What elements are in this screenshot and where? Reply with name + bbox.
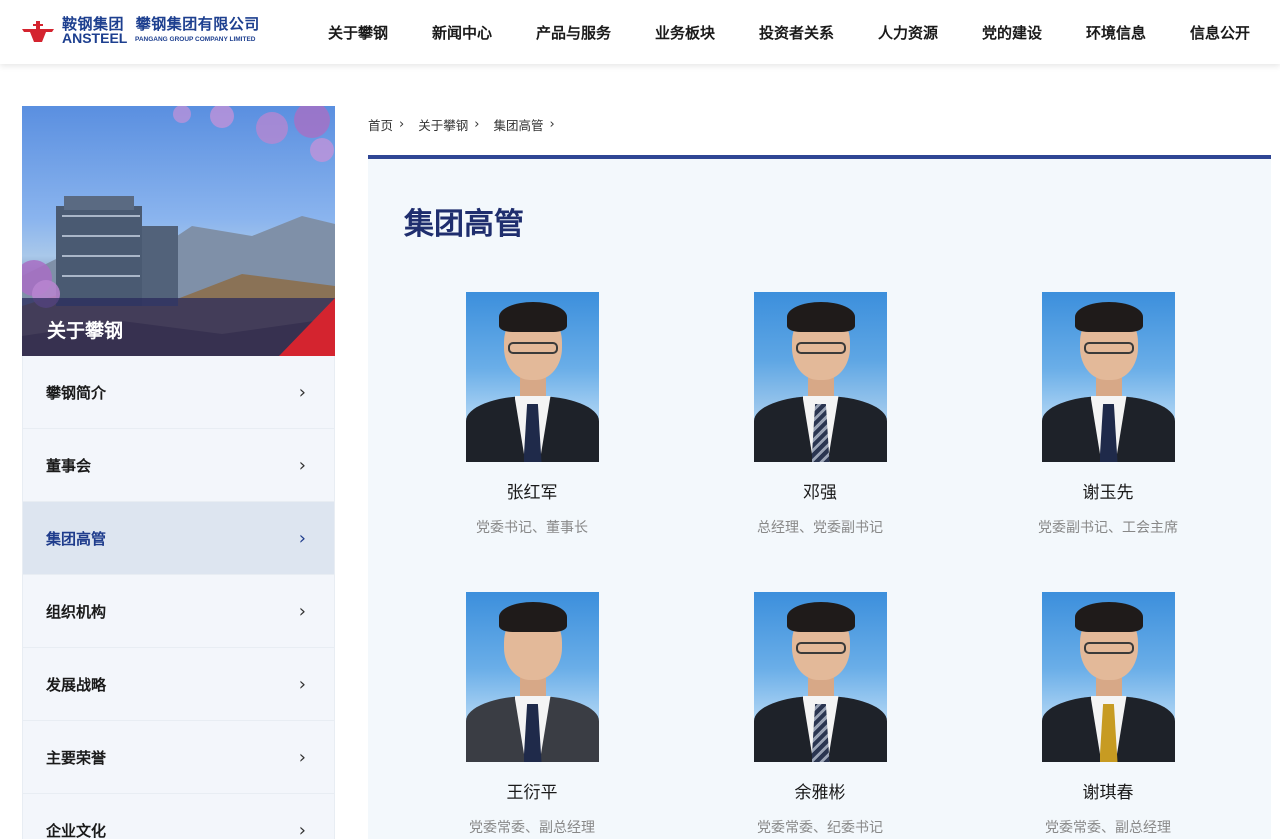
nav-item-products[interactable]: 产品与服务	[536, 22, 611, 43]
sidebar-item-label: 董事会	[46, 456, 92, 475]
executive-card[interactable]: 王衍平 党委常委、副总经理	[432, 592, 632, 837]
sidebar-item-label: 发展战略	[46, 675, 107, 694]
site-header: 鞍钢集团 攀钢集团有限公司 ANSTEEL PANGANG GROUP COMP…	[0, 0, 1280, 64]
executives-panel: 集团高管 张红军 党委书记、董事长 邓强 总经理、党委副书记 谢玉先 党委副书记…	[368, 155, 1271, 839]
nav-item-hr[interactable]: 人力资源	[878, 22, 938, 43]
breadcrumb-about[interactable]: 关于攀钢	[418, 115, 468, 134]
nav-item-disclosure[interactable]: 信息公开	[1190, 22, 1250, 43]
nav-item-business[interactable]: 业务板块	[655, 22, 715, 43]
chevron-right-icon: ›	[298, 819, 306, 839]
executive-title: 党委副书记、工会主席	[1038, 520, 1178, 536]
breadcrumb-separator-icon: ›	[399, 117, 405, 132]
executive-name: 余雅彬	[794, 783, 846, 803]
executive-name: 王衍平	[506, 783, 558, 803]
breadcrumb-separator-icon: ›	[474, 117, 480, 132]
executive-title: 总经理、党委副书记	[757, 520, 883, 536]
logo-en-company: PANGANG GROUP COMPANY LIMITED	[134, 36, 256, 43]
sidebar-item-label: 攀钢简介	[46, 383, 107, 402]
logo-text: 鞍钢集团 攀钢集团有限公司 ANSTEEL PANGANG GROUP COMP…	[62, 16, 260, 46]
sidebar-item-honors[interactable]: 主要荣誉 ›	[22, 721, 335, 794]
executive-name: 张红军	[506, 483, 558, 503]
executive-name: 谢玉先	[1082, 483, 1134, 503]
executive-title: 党委书记、董事长	[476, 520, 588, 536]
sidebar: 关于攀钢 攀钢简介 › 董事会 › 集团高管 › 组织机构 › 发展战略 › 主…	[22, 106, 335, 839]
executive-name: 邓强	[803, 483, 837, 503]
executive-photo	[465, 292, 599, 462]
chevron-right-icon: ›	[298, 673, 306, 695]
executive-title: 党委常委、副总经理	[469, 820, 595, 836]
chevron-right-icon: ›	[298, 381, 306, 403]
chevron-right-icon: ›	[298, 746, 306, 768]
nav-item-environment[interactable]: 环境信息	[1086, 22, 1146, 43]
executive-photo	[1041, 592, 1175, 762]
sidebar-item-label: 组织机构	[46, 602, 107, 621]
sidebar-item-strategy[interactable]: 发展战略 ›	[22, 648, 335, 721]
breadcrumb-separator-icon: ›	[549, 117, 555, 132]
executive-card[interactable]: 谢琪春 党委常委、副总经理	[1008, 592, 1208, 837]
sidebar-item-organization[interactable]: 组织机构 ›	[22, 575, 335, 648]
sidebar-item-board[interactable]: 董事会 ›	[22, 429, 335, 502]
banner-red-corner	[279, 298, 335, 356]
sidebar-item-label: 企业文化	[46, 821, 107, 839]
sidebar-banner: 关于攀钢	[22, 106, 335, 356]
chevron-right-icon: ›	[298, 527, 306, 549]
nav-item-about[interactable]: 关于攀钢	[328, 22, 388, 43]
executive-photo	[753, 292, 887, 462]
chevron-right-icon: ›	[298, 600, 306, 622]
sidebar-item-culture[interactable]: 企业文化 ›	[22, 794, 335, 839]
nav-item-party[interactable]: 党的建设	[982, 22, 1042, 43]
breadcrumb-home[interactable]: 首页	[368, 115, 393, 134]
sidebar-item-label: 主要荣誉	[46, 748, 107, 767]
site-logo[interactable]: 鞍钢集团 攀钢集团有限公司 ANSTEEL PANGANG GROUP COMP…	[20, 16, 260, 46]
executive-name: 谢琪春	[1082, 783, 1134, 803]
sidebar-item-executives[interactable]: 集团高管 ›	[22, 502, 335, 575]
executive-title: 党委常委、纪委书记	[757, 820, 883, 836]
nav-item-news[interactable]: 新闻中心	[432, 22, 492, 43]
logo-en-group: ANSTEEL	[62, 30, 128, 46]
executive-card[interactable]: 余雅彬 党委常委、纪委书记	[720, 592, 920, 837]
ansteel-logo-icon	[20, 18, 56, 44]
sidebar-item-label: 集团高管	[46, 529, 107, 548]
breadcrumb-current[interactable]: 集团高管	[493, 115, 543, 134]
nav-item-investors[interactable]: 投资者关系	[759, 22, 834, 43]
executive-card[interactable]: 谢玉先 党委副书记、工会主席	[1008, 292, 1208, 537]
sidebar-item-profile[interactable]: 攀钢简介 ›	[22, 356, 335, 429]
executive-photo	[1041, 292, 1175, 462]
executive-photo	[753, 592, 887, 762]
executive-card[interactable]: 邓强 总经理、党委副书记	[720, 292, 920, 537]
executive-title: 党委常委、副总经理	[1045, 820, 1171, 836]
executive-card[interactable]: 张红军 党委书记、董事长	[432, 292, 632, 537]
breadcrumb: 首页 › 关于攀钢 › 集团高管 ›	[368, 115, 569, 134]
logo-cn-company: 攀钢集团有限公司	[135, 15, 260, 33]
chevron-right-icon: ›	[298, 454, 306, 476]
executive-photo	[465, 592, 599, 762]
page-title: 集团高管	[404, 207, 524, 242]
